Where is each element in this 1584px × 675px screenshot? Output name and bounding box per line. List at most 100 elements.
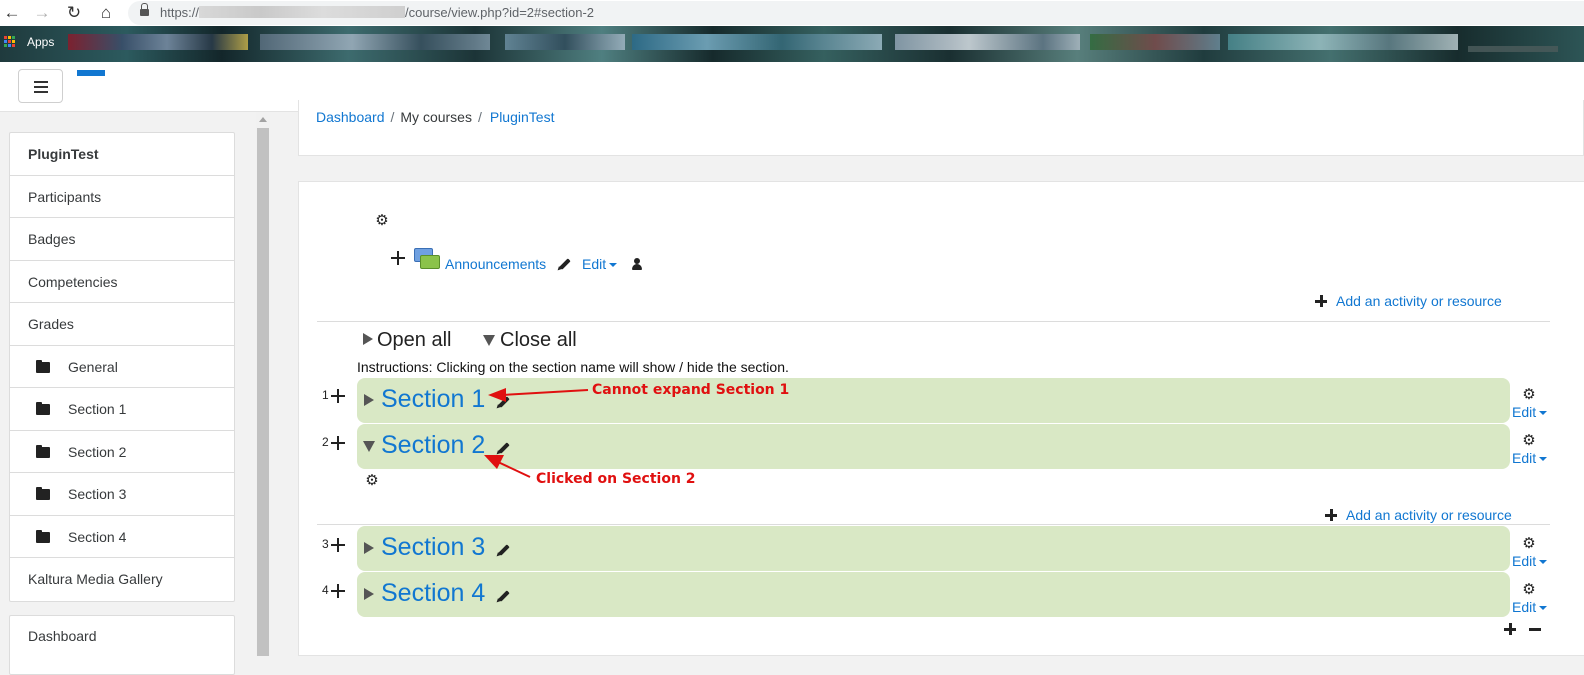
pencil-icon[interactable]: [557, 257, 571, 271]
folder-icon: [36, 444, 50, 458]
drawer-item-participants[interactable]: Participants: [10, 176, 234, 218]
arrow-head-1: [488, 388, 506, 402]
close-all-label: Close all: [500, 329, 577, 351]
drawer-item-general[interactable]: General: [10, 346, 234, 388]
bookmark-redacted[interactable]: [68, 34, 248, 50]
move-icon[interactable]: [330, 388, 346, 404]
pencil-icon[interactable]: [496, 589, 510, 603]
browser-address-bar: ← → ↻ ⌂ https:// /course/view.php?id=2#se…: [0, 0, 1584, 26]
menu-toggle-button[interactable]: [18, 69, 63, 103]
user-icon[interactable]: [632, 258, 642, 270]
course-nav-list: PluginTest Participants Badges Competenc…: [9, 132, 235, 602]
breadcrumb: Dashboard / My courses / PluginTest: [316, 109, 554, 125]
add-activity-link[interactable]: Add an activity or resource: [1346, 507, 1512, 523]
gear-icon[interactable]: ⚙: [1522, 536, 1536, 551]
caret-down-icon: [1539, 457, 1548, 461]
gear-icon[interactable]: ⚙: [375, 213, 389, 228]
divider: [317, 524, 1550, 525]
section-4-header[interactable]: Section 4: [357, 572, 1510, 617]
section-title[interactable]: Section 4: [381, 579, 485, 608]
bookmark-redacted[interactable]: [1228, 34, 1458, 50]
section-edit-menu[interactable]: Edit: [1512, 599, 1548, 615]
caret-down-icon: [609, 263, 618, 267]
pencil-icon[interactable]: [496, 543, 510, 557]
gear-icon[interactable]: ⚙: [1522, 387, 1536, 402]
gear-icon[interactable]: ⚙: [365, 473, 379, 488]
arrow-head-2: [484, 455, 504, 469]
apps-grid-icon[interactable]: [4, 36, 16, 48]
triangle-down-icon: [363, 441, 375, 452]
folder-icon: [36, 402, 50, 415]
section-title[interactable]: Section 1: [381, 385, 485, 414]
plus-icon[interactable]: [1325, 509, 1337, 521]
gear-icon[interactable]: ⚙: [1522, 433, 1536, 448]
section-number: 2: [322, 435, 329, 449]
scroll-up-icon[interactable]: [259, 117, 267, 122]
bookmark-redacted[interactable]: [632, 34, 882, 50]
drawer-item-kaltura[interactable]: Kaltura Media Gallery: [10, 558, 234, 601]
plus-icon[interactable]: [1315, 295, 1327, 307]
site-logo[interactable]: [77, 70, 105, 76]
caret-down-icon: [1539, 606, 1548, 610]
drawer-item-section-3[interactable]: Section 3: [10, 473, 234, 516]
drawer-item-section-1[interactable]: Section 1: [10, 388, 234, 431]
section-edit-menu[interactable]: Edit: [1512, 404, 1548, 420]
drawer-item-grades[interactable]: Grades: [10, 303, 234, 346]
gear-icon[interactable]: ⚙: [1522, 582, 1536, 597]
url-suffix: /course/view.php?id=2#section-2: [405, 5, 595, 20]
drawer-item-label: Dashboard: [28, 628, 97, 644]
drawer-scrollbar[interactable]: [256, 112, 270, 656]
back-icon[interactable]: ←: [1, 2, 23, 24]
arrow-line-1: [501, 389, 589, 396]
breadcrumb-course[interactable]: PluginTest: [490, 109, 555, 125]
move-icon[interactable]: [330, 583, 346, 599]
breadcrumb-separator: /: [390, 109, 395, 125]
drawer-item-competencies[interactable]: Competencies: [10, 261, 234, 303]
url-field[interactable]: https:// /course/view.php?id=2#section-2: [128, 1, 1584, 25]
move-icon[interactable]: [390, 250, 406, 266]
bookmark-redacted[interactable]: [1468, 46, 1558, 52]
section-title[interactable]: Section 2: [381, 431, 485, 460]
forward-icon[interactable]: →: [31, 2, 53, 24]
drawer-item-badges[interactable]: Badges: [10, 218, 234, 261]
hamburger-icon: [34, 81, 48, 83]
edit-label: Edit: [1512, 553, 1537, 569]
drawer-item-label: Section 2: [68, 443, 127, 460]
move-icon[interactable]: [330, 435, 346, 451]
edit-label: Edit: [1512, 599, 1537, 615]
site-nav-list: Dashboard: [9, 615, 235, 675]
add-activity-link[interactable]: Add an activity or resource: [1336, 293, 1502, 309]
breadcrumb-separator: /: [477, 109, 482, 125]
section-3-header[interactable]: Section 3: [357, 526, 1510, 571]
bookmark-redacted[interactable]: [895, 34, 1080, 50]
breadcrumb-dashboard[interactable]: Dashboard: [316, 109, 385, 125]
section-title[interactable]: Section 3: [381, 533, 485, 562]
open-all-button[interactable]: Open all: [363, 329, 452, 352]
folder-icon: [36, 529, 50, 543]
drawer-item-course[interactable]: PluginTest: [10, 133, 234, 176]
reload-icon[interactable]: ↻: [63, 2, 85, 24]
home-icon[interactable]: ⌂: [95, 2, 117, 24]
scrollbar-thumb[interactable]: [257, 128, 269, 656]
section-number: 1: [322, 388, 329, 402]
edit-label: Edit: [582, 256, 607, 272]
nav-drawer: PluginTest Participants Badges Competenc…: [0, 112, 256, 675]
section-number: 4: [322, 583, 329, 597]
bookmark-redacted[interactable]: [505, 34, 625, 50]
section-edit-menu[interactable]: Edit: [1512, 450, 1548, 466]
announcements-link[interactable]: Announcements: [445, 256, 546, 272]
close-all-button[interactable]: Close all: [483, 329, 577, 352]
activity-edit-menu[interactable]: Edit: [582, 256, 618, 272]
drawer-item-label: Section 3: [68, 486, 127, 502]
section-edit-menu[interactable]: Edit: [1512, 553, 1548, 569]
remove-section-icon[interactable]: [1529, 628, 1541, 631]
bookmark-redacted[interactable]: [1090, 34, 1220, 50]
apps-bookmark[interactable]: Apps: [27, 35, 54, 49]
drawer-item-section-2[interactable]: Section 2: [10, 431, 234, 473]
bookmark-redacted[interactable]: [260, 34, 490, 50]
triangle-down-icon: [483, 335, 495, 346]
drawer-item-dashboard[interactable]: Dashboard: [10, 616, 234, 659]
move-icon[interactable]: [330, 537, 346, 553]
add-section-icon[interactable]: [1504, 623, 1516, 635]
drawer-item-section-4[interactable]: Section 4: [10, 516, 234, 558]
